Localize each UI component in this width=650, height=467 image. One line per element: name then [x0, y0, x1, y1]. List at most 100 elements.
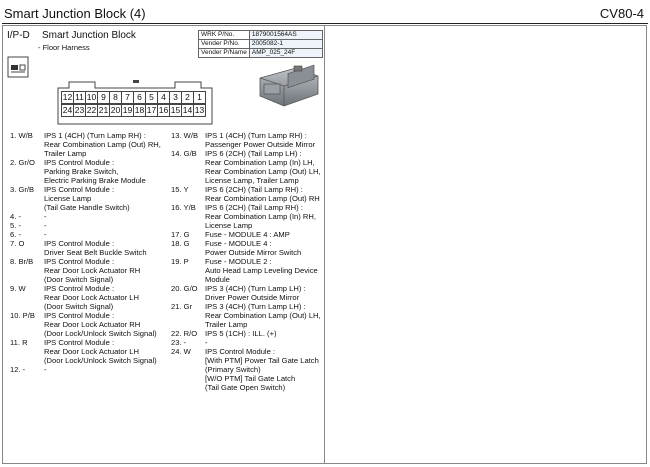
pin-description: - [44, 365, 47, 374]
pin-number: 23. - [171, 338, 187, 347]
pin-description: IPS Control Module : Parking Brake Switc… [44, 158, 146, 185]
part-info-row: WRK P/No. 1879001564AS [198, 30, 323, 40]
pin-description: Fuse - MODULE 2 : Auto Head Lamp Levelin… [205, 257, 318, 284]
pin-number: 3. Gr/B [10, 185, 35, 194]
pin-entry: 1. W/B IPS 1 (4CH) (Turn Lamp RH) : Rear … [10, 131, 161, 158]
pin-number: 24. W [171, 347, 191, 356]
pin-entry: 11. R IPS Control Module : Rear Door Lock… [10, 338, 161, 365]
pin-description: IPS 5 (1CH) : ILL. (+) [205, 329, 277, 338]
pin-number: 9. W [10, 284, 26, 293]
pin-number: 19. P [171, 257, 189, 266]
part-info-value: AMP_025_24F [248, 48, 323, 58]
pin-entry: 8. Br/B IPS Control Module : Rear Door Lo… [10, 257, 161, 284]
pin-cell: 13 [193, 104, 206, 117]
pin-description: IPS 1 (4CH) (Turn Lamp RH) : Passenger P… [205, 131, 316, 149]
part-info-value: 1879001564AS [248, 30, 323, 40]
pin-entry: 15. Y IPS 6 (2CH) (Tail Lamp RH) : Rear C… [171, 185, 321, 203]
pin-description: IPS 6 (2CH) (Tail Lamp RH) : Rear Combin… [205, 203, 316, 230]
connector-location: I/P-D [7, 30, 30, 41]
harness-label: - Floor Harness [38, 43, 90, 52]
pin-description: IPS Control Module : Rear Door Lock Actu… [44, 311, 157, 338]
header-divider [2, 23, 648, 24]
pin-number: 15. Y [171, 185, 189, 194]
pin-cell: 20 [109, 104, 121, 117]
pin-description: - [44, 230, 47, 239]
pin-cell: 7 [121, 91, 133, 104]
pin-row-bottom: 24 23 22 21 20 19 18 17 16 15 14 13 [61, 104, 206, 117]
part-info-key: WRK P/No. [198, 30, 250, 40]
pin-number: 14. G/B [171, 149, 197, 158]
pin-entry: 7. O IPS Control Module : Driver Seat Bel… [10, 239, 161, 257]
pin-entry: 22. R/O IPS 5 (1CH) : ILL. (+) [171, 329, 321, 338]
pin-entry: 14. G/B IPS 6 (2CH) (Tail Lamp LH) : Rear… [171, 149, 321, 185]
pin-description: IPS Control Module : Rear Door Lock Actu… [44, 338, 157, 365]
part-info-row: Vender P/No. 2005082-1 [198, 39, 323, 49]
pin-description: - [44, 221, 47, 230]
pin-cell: 1 [193, 91, 206, 104]
pin-entry: 5. - - [10, 221, 161, 230]
part-info-row: Vender P/Name AMP_025_24F [198, 48, 323, 58]
pin-number: 1. W/B [10, 131, 33, 140]
pin-entry: 17. G Fuse - MODULE 4 : AMP [171, 230, 321, 239]
pin-entry: 16. Y/B IPS 6 (2CH) (Tail Lamp RH) : Rear… [171, 203, 321, 230]
pin-description: Fuse - MODULE 4 : Power Outside Mirror S… [205, 239, 302, 257]
pin-cell: 3 [169, 91, 181, 104]
pin-entry: 3. Gr/B IPS Control Module : License Lamp… [10, 185, 161, 212]
part-info-value: 2005082-1 [248, 39, 323, 49]
connector-name: Smart Junction Block [42, 30, 136, 41]
page-code: CV80-4 [599, 6, 644, 21]
pin-description: IPS Control Module : Rear Door Lock Actu… [44, 284, 139, 311]
part-info-key: Vender P/No. [198, 39, 250, 49]
page-title: Smart Junction Block (4) [4, 6, 146, 21]
pin-number: 10. P/B [10, 311, 35, 320]
pin-entry: 20. G/O IPS 3 (4CH) (Turn Lamp LH) : Driv… [171, 284, 321, 302]
pin-description: IPS Control Module : Rear Door Lock Actu… [44, 257, 141, 284]
pin-description: IPS 6 (2CH) (Tail Lamp RH) : Rear Combin… [205, 185, 320, 203]
pin-description: IPS Control Module : Driver Seat Belt Bu… [44, 239, 147, 257]
pin-number: 4. - [10, 212, 21, 221]
pin-number: 2. Gr/O [10, 158, 35, 167]
pin-cell: 10 [85, 91, 97, 104]
pin-entry: 13. W/B IPS 1 (4CH) (Turn Lamp RH) : Pass… [171, 131, 321, 149]
pin-cell: 22 [85, 104, 97, 117]
pin-number: 12. - [10, 365, 26, 374]
pin-entry: 18. G Fuse - MODULE 4 : Power Outside Mir… [171, 239, 321, 257]
pin-entry: 6. - - [10, 230, 161, 239]
pin-cell: 14 [181, 104, 193, 117]
pin-description: - [44, 212, 47, 221]
pin-entry: 9. W IPS Control Module : Rear Door Lock … [10, 284, 161, 311]
pin-cell: 21 [97, 104, 109, 117]
pin-number: 7. O [10, 239, 25, 248]
pin-number: 21. Gr [171, 302, 193, 311]
pin-list-left: 1. W/B IPS 1 (4CH) (Turn Lamp RH) : Rear … [10, 131, 161, 374]
pin-cell: 5 [145, 91, 157, 104]
pin-entry: 2. Gr/O IPS Control Module : Parking Brak… [10, 158, 161, 185]
pin-row-top: 12 11 10 9 8 7 6 5 4 3 2 1 [61, 91, 206, 104]
pin-description: IPS 6 (2CH) (Tail Lamp LH) : Rear Combin… [205, 149, 321, 185]
pin-entry: 24. W IPS Control Module : [With PTM] Pow… [171, 347, 321, 392]
pin-cell: 8 [109, 91, 121, 104]
pin-number: 22. R/O [171, 329, 198, 338]
pin-number: 20. G/O [171, 284, 198, 293]
pin-number: 16. Y/B [171, 203, 196, 212]
pin-number: 17. G [171, 230, 190, 239]
pin-entry: 4. - - [10, 212, 161, 221]
pin-number: 11. R [10, 338, 28, 347]
pin-cell: 12 [61, 91, 73, 104]
connector-locator-icon [7, 56, 29, 78]
pin-cell: 2 [181, 91, 193, 104]
pin-description: IPS 3 (4CH) (Turn Lamp LH) : Driver Powe… [205, 284, 306, 302]
part-info-key: Vender P/Name [198, 48, 250, 58]
pin-number: 5. - [10, 221, 21, 230]
pin-description: IPS 1 (4CH) (Turn Lamp RH) : Rear Combin… [44, 131, 161, 158]
pin-cell: 11 [73, 91, 85, 104]
pin-entry: 19. P Fuse - MODULE 2 : Auto Head Lamp Le… [171, 257, 321, 284]
pin-description: - [205, 338, 208, 347]
pin-list-right: 13. W/B IPS 1 (4CH) (Turn Lamp RH) : Pass… [171, 131, 321, 392]
pin-entry: 10. P/B IPS Control Module : Rear Door Lo… [10, 311, 161, 338]
pin-description: IPS Control Module : License Lamp (Tail … [44, 185, 130, 212]
pin-number: 18. G [171, 239, 190, 248]
connector-photo-icon [259, 64, 319, 107]
pin-cell: 23 [73, 104, 85, 117]
pin-cell: 24 [61, 104, 73, 117]
